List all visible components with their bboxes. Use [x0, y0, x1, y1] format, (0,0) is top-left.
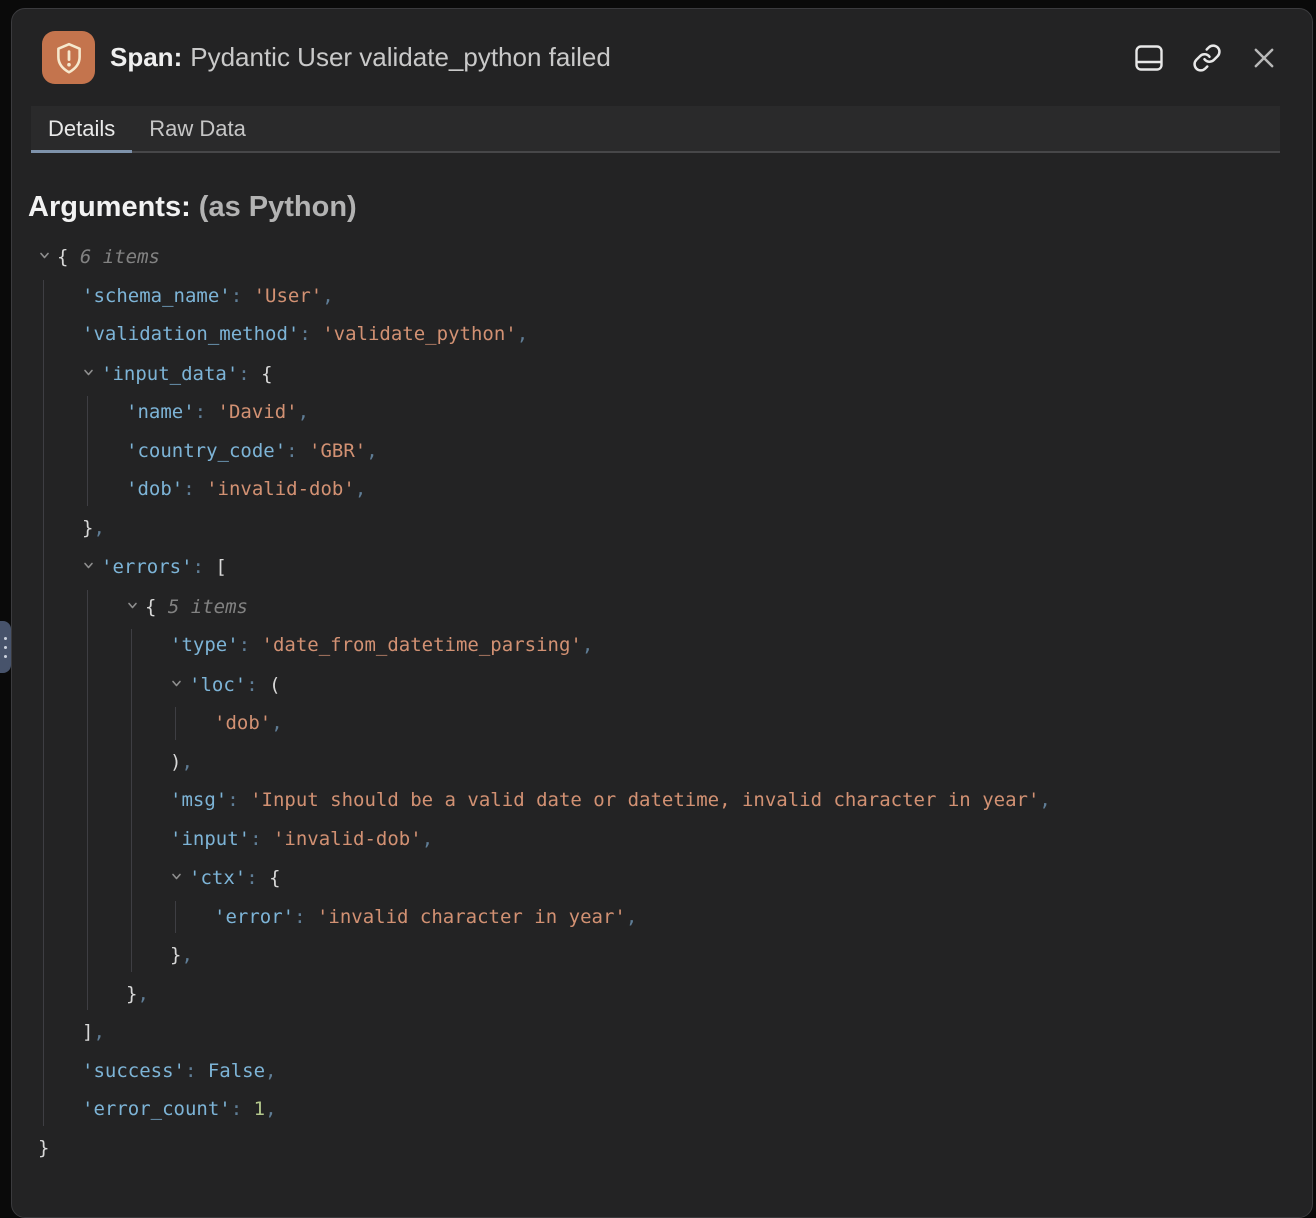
tree-line: 'loc': (: [28, 665, 1292, 705]
tree-line: { 5 items: [28, 587, 1292, 627]
chevron-down-icon[interactable]: [126, 587, 139, 626]
tree-children: 'error': 'invalid character in year',: [28, 898, 1292, 937]
tree-children: { 5 items'type': 'date_from_datetime_par…: [28, 587, 1292, 1014]
tree-children: 'name': 'David','country_code': 'GBR','d…: [28, 393, 1292, 509]
tree-children: 'dob',: [28, 704, 1292, 743]
tree-children: 'type': 'date_from_datetime_parsing','lo…: [28, 626, 1292, 975]
tree-line: },: [28, 936, 1292, 975]
chevron-down-icon[interactable]: [82, 354, 95, 393]
span-title-text: Pydantic User validate_python failed: [190, 42, 611, 72]
arguments-heading-suffix: (as Python): [199, 191, 357, 223]
chevron-down-icon[interactable]: [170, 858, 183, 897]
tree-line: 'name': 'David',: [28, 393, 1292, 432]
arguments-heading: Arguments: (as Python): [28, 191, 1292, 224]
tree-line: 'country_code': 'GBR',: [28, 432, 1292, 471]
tree-line: 'type': 'date_from_datetime_parsing',: [28, 626, 1292, 665]
dock-bottom-icon[interactable]: [1132, 42, 1166, 74]
tree-line: 'msg': 'Input should be a valid date or …: [28, 781, 1292, 820]
tree-line: 'errors': [: [28, 547, 1292, 587]
chevron-down-icon[interactable]: [38, 237, 51, 276]
panel-header: Span: Pydantic User validate_python faile…: [12, 9, 1312, 106]
tree-line: },: [28, 509, 1292, 548]
panel-resize-handle[interactable]: [0, 621, 11, 673]
tree: { 6 items'schema_name': 'User','validati…: [28, 237, 1292, 1167]
tab-details[interactable]: Details: [31, 106, 132, 151]
header-actions: [1132, 41, 1280, 75]
link-icon[interactable]: [1190, 41, 1224, 75]
tree-line: ),: [28, 743, 1292, 782]
tree-line: 'dob',: [28, 704, 1292, 743]
close-icon[interactable]: [1248, 42, 1280, 74]
tree-line: 'success': False,: [28, 1052, 1292, 1091]
span-kind-label: Span:: [110, 42, 182, 72]
tree-line: 'error_count': 1,: [28, 1090, 1292, 1129]
tree-line: 'ctx': {: [28, 858, 1292, 898]
tree-line: },: [28, 975, 1292, 1014]
chevron-down-icon[interactable]: [170, 665, 183, 704]
tree-line: 'input': 'invalid-dob',: [28, 820, 1292, 859]
tree-children: 'schema_name': 'User','validation_method…: [28, 277, 1292, 1129]
panel-title: Span: Pydantic User validate_python faile…: [110, 42, 1132, 73]
tree-line: 'input_data': {: [28, 354, 1292, 394]
tab-bar: Details Raw Data: [31, 106, 1280, 153]
alert-shield-icon: [42, 31, 95, 84]
tree-line: ],: [28, 1013, 1292, 1052]
chevron-down-icon[interactable]: [82, 547, 95, 586]
details-content: Arguments: (as Python) { 6 items'schema_…: [12, 153, 1312, 1167]
tab-raw-data[interactable]: Raw Data: [132, 106, 263, 151]
tree-line: 'dob': 'invalid-dob',: [28, 470, 1292, 509]
span-detail-panel: Span: Pydantic User validate_python faile…: [11, 8, 1313, 1218]
tree-line: 'schema_name': 'User',: [28, 277, 1292, 316]
tree-line: 'validation_method': 'validate_python',: [28, 315, 1292, 354]
tree-line: 'error': 'invalid character in year',: [28, 898, 1292, 937]
tree-line: { 6 items: [28, 237, 1292, 277]
tree-line: }: [28, 1129, 1292, 1168]
